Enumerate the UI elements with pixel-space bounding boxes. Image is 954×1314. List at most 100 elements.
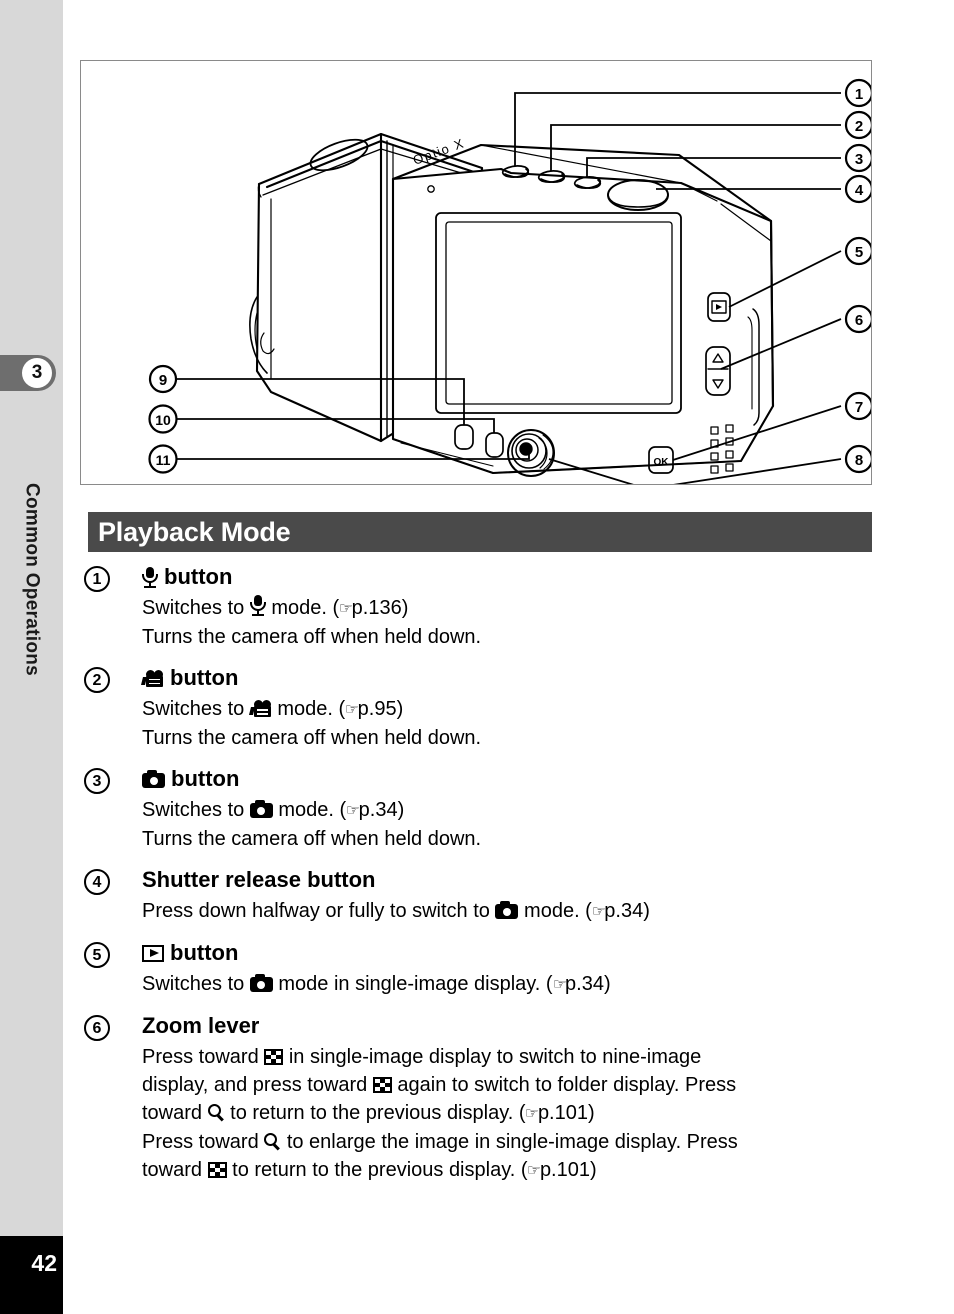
description-text: Press down halfway or fully to switch to <box>142 900 496 922</box>
description-text: Switches to <box>142 597 250 619</box>
description-line: Switches to mode in single-image display… <box>142 970 880 999</box>
description-text: Switches to <box>142 799 250 821</box>
microphone-icon <box>249 595 266 616</box>
movie-camera-icon <box>248 700 272 717</box>
magnifier-icon <box>264 1133 281 1151</box>
chapter-tab: 3 <box>0 355 56 391</box>
item-description: Press toward in single-image display to … <box>142 1043 880 1185</box>
item-body: button Switches to mode in single-image d… <box>142 938 880 999</box>
item-title: Zoom lever <box>142 1011 880 1041</box>
page-reference-icon: ☞ <box>345 802 360 819</box>
list-item: 4 Shutter release button Press down halfwa… <box>80 865 880 926</box>
chapter-title-text: Common Operations <box>21 483 43 677</box>
brand-label: Optio X <box>411 135 467 168</box>
item-description: Switches to mode. (☞p.136) Turns the came… <box>142 594 880 651</box>
description-text: p.95) <box>357 698 404 720</box>
description-text: mode. ( <box>271 698 346 720</box>
list-item: 1 button Switches to mode. (☞p.136) Turns t… <box>80 562 880 651</box>
leader-line-3 <box>586 157 841 177</box>
description-text: mode. ( <box>518 900 592 922</box>
description-text: Turns the camera off when held down. <box>142 828 482 850</box>
item-description: Switches to mode. (☞p.95) Turns the camer… <box>142 695 880 752</box>
item-title-text: Shutter release button <box>142 867 376 892</box>
callout-label: 5 <box>855 244 863 261</box>
description-text: in single-image display to switch to nin… <box>283 1046 702 1068</box>
description-text: mode in single-image display. ( <box>272 973 553 995</box>
item-marker: 3 <box>84 768 110 794</box>
description-line: Turns the camera off when held down. <box>142 623 880 651</box>
item-marker: 5 <box>84 942 110 968</box>
description-text: Turns the camera off when held down. <box>142 727 482 749</box>
description-line: Switches to mode. (☞p.34) <box>142 796 880 825</box>
description-text: p.34) <box>565 973 611 995</box>
callout-label: 2 <box>855 118 863 135</box>
description-text: Switches to <box>142 698 250 720</box>
description-text: p.136) <box>351 597 409 619</box>
item-marker: 6 <box>84 1015 110 1041</box>
item-description: Press down halfway or fully to switch to… <box>142 897 880 926</box>
page-reference-icon: ☞ <box>344 701 359 718</box>
item-body: button Switches to mode. (☞p.34) Turns the… <box>142 764 880 853</box>
still-camera-icon <box>495 901 519 919</box>
page-title: Playback Mode <box>88 512 872 552</box>
callout-2: 2 <box>844 110 871 140</box>
description-text: p.101) <box>537 1102 595 1124</box>
description-text: to enlarge the image in single-image dis… <box>281 1131 738 1153</box>
item-title: button <box>141 663 880 693</box>
page-reference-icon: ☞ <box>338 600 353 617</box>
callout-10: 10 <box>148 404 178 434</box>
page-reference-icon: ☞ <box>591 903 606 920</box>
callout-label: 3 <box>855 151 863 168</box>
playback-icon <box>142 944 164 962</box>
description-line: Turns the camera off when held down. <box>142 724 880 752</box>
callout-4: 4 <box>844 174 871 204</box>
callout-3: 3 <box>844 143 871 173</box>
item-title: button <box>142 562 880 592</box>
description-text: mode. ( <box>272 799 347 821</box>
callout-label: 10 <box>155 412 171 428</box>
callout-1: 1 <box>844 78 871 108</box>
item-marker: 4 <box>84 869 110 895</box>
description-line: Turns the camera off when held down. <box>142 825 880 853</box>
callout-label: 11 <box>156 452 171 468</box>
list-item: 5 button Switches to mode in single-image … <box>80 938 880 999</box>
description-text: p.34) <box>358 799 405 821</box>
camera-rear-view-diagram: Optio X OK 1 2 3 4 5 6 7 8 9 10 11 <box>148 78 871 484</box>
description-line: Press toward in single-image display to … <box>142 1043 880 1071</box>
description-text: display, and press toward <box>142 1074 373 1096</box>
chapter-number: 3 <box>22 358 52 388</box>
callout-group-right: 1 2 3 4 5 6 7 8 <box>844 78 871 474</box>
description-text: mode. ( <box>265 597 340 619</box>
description-line: Press down halfway or fully to switch to… <box>142 897 880 926</box>
description-text: to return to the previous display. ( <box>226 1159 528 1181</box>
list-item: 2 button Switches to mode. (☞p.95) Turns th… <box>80 663 880 752</box>
description-text: p.34) <box>604 900 650 922</box>
callout-6: 6 <box>844 304 871 334</box>
button-description-list: 1 button Switches to mode. (☞p.136) Turns t… <box>80 562 880 1197</box>
item-title-text: Zoom lever <box>142 1013 260 1038</box>
description-text: toward <box>142 1159 208 1181</box>
item-body: Shutter release button Press down halfway… <box>142 865 880 926</box>
item-title-text: button <box>170 665 239 690</box>
description-text: again to switch to folder display. Press <box>391 1074 737 1096</box>
callout-label: 8 <box>855 452 863 469</box>
magnifier-icon <box>207 1104 225 1122</box>
chapter-title: Common Operations <box>0 400 63 760</box>
page-number-block: 42 <box>0 1236 63 1314</box>
sidebar: 3 Common Operations <box>0 0 63 1236</box>
description-line: toward to return to the previous display… <box>142 1099 880 1128</box>
item-title-text: button <box>171 766 240 791</box>
camera-diagram-figure: Optio X OK 1 2 3 4 5 6 7 8 9 10 11 <box>80 60 872 485</box>
item-description: Switches to mode in single-image display… <box>142 970 880 999</box>
item-title: button <box>142 938 880 968</box>
item-body: Zoom lever Press toward in single-image d… <box>142 1011 880 1185</box>
page-reference-icon: ☞ <box>525 1105 539 1122</box>
still-camera-icon <box>249 974 273 992</box>
description-text: Press toward <box>142 1131 265 1153</box>
description-text: Press toward <box>142 1046 265 1068</box>
movie-camera-icon <box>141 669 164 687</box>
item-body: button Switches to mode. (☞p.95) Turns the… <box>141 663 880 752</box>
callout-label: 6 <box>855 312 863 329</box>
list-item: 3 button Switches to mode. (☞p.34) Turns th… <box>80 764 880 853</box>
microphone-icon <box>142 566 158 588</box>
